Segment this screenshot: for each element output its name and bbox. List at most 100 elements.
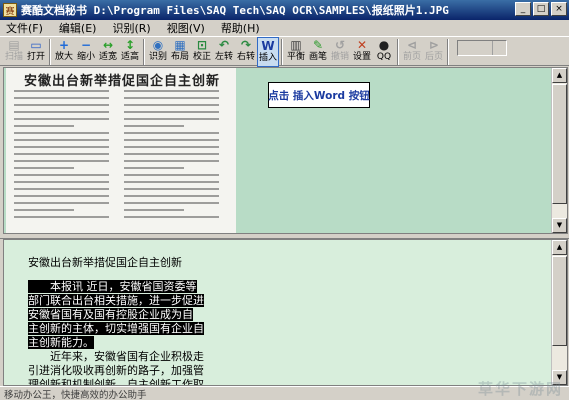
- text-vertical-scrollbar[interactable]: ▲ ▼: [551, 240, 567, 385]
- toolbar-button-rotate-right[interactable]: ↷ 右转: [235, 37, 257, 67]
- scan-text-line: [14, 153, 109, 155]
- scan-text-column-left: [14, 90, 109, 223]
- toolbar-separator: [447, 39, 449, 65]
- toolbar-label: 扫描: [4, 52, 23, 62]
- scan-text-line: [14, 202, 109, 204]
- toolbar-button-brush[interactable]: ✎ 画笔: [307, 37, 329, 67]
- app-logo-icon: 赛: [3, 3, 17, 17]
- scan-text-line: [14, 146, 109, 148]
- toolbar-button-qq[interactable]: ● QQ: [373, 37, 395, 67]
- image-vertical-scrollbar[interactable]: ▲ ▼: [551, 68, 567, 233]
- toolbar-button-fit-height[interactable]: ↕ 适高: [119, 37, 141, 67]
- toolbar-label: 适高: [120, 52, 139, 62]
- balance-icon: ▥: [290, 38, 302, 52]
- scroll-up-arrow-icon[interactable]: ▲: [552, 240, 567, 255]
- toolbar-button-rotate-left[interactable]: ↶ 左转: [213, 37, 235, 67]
- recognized-text-area[interactable]: 安徽出台新举措促国企自主创新 本报讯 近日，安徽省国资委等 部门联合出台相关措施，…: [4, 240, 552, 385]
- scan-headline: 安徽出台新举措促国企自主创新: [24, 74, 221, 89]
- toolbar-button-correct[interactable]: ⊡ 校正: [191, 37, 213, 67]
- scan-text-line: [124, 195, 219, 197]
- toolbar-button-balance[interactable]: ▥ 平衡: [285, 37, 307, 67]
- scan-text-line: [14, 97, 109, 99]
- scroll-down-arrow-icon[interactable]: ▼: [552, 218, 567, 233]
- scan-icon: ▤: [8, 38, 20, 52]
- toolbar-label: 右转: [236, 52, 255, 62]
- toolbar-button-prev-page[interactable]: ⊲ 前页: [401, 37, 423, 67]
- menu-bar: 文件(F) 编辑(E) 识别(R) 视图(V) 帮助(H): [0, 20, 569, 36]
- correct-icon: ⊡: [196, 38, 208, 52]
- rotate-left-icon: ↶: [218, 38, 230, 52]
- toolbar-label: 后页: [424, 52, 443, 62]
- toolbar-button-zoom-in[interactable]: + 放大: [53, 37, 75, 67]
- toolbar-button-zoom-out[interactable]: − 缩小: [75, 37, 97, 67]
- toolbar-separator: [49, 39, 51, 65]
- toolbar-button-recognize[interactable]: ◉ 识别: [147, 37, 169, 67]
- window-title: 赛酷文档秘书 D:\Program Files\SAQ Tech\SAQ OCR…: [21, 4, 449, 17]
- scan-text-line: [124, 174, 219, 176]
- menu-help[interactable]: 帮助(H): [221, 20, 260, 36]
- recognized-paragraph[interactable]: 本报讯 近日，安徽省国资委等 部门联合出台相关措施，进一步促进 安徽省国有及国有控股…: [28, 280, 206, 385]
- scan-text-line: [14, 181, 109, 183]
- minimize-button[interactable]: _: [515, 2, 531, 16]
- text-line: 主创新能力。: [28, 336, 206, 350]
- fit-height-icon: ↕: [124, 38, 136, 52]
- text-line: 主创新的主体，切实增强国有企业自: [28, 322, 206, 336]
- toolbar-button-scan[interactable]: ▤ 扫描: [3, 37, 25, 67]
- scan-text-line: [14, 139, 109, 141]
- close-button[interactable]: ×: [551, 2, 567, 16]
- toolbar-separator: [281, 39, 283, 65]
- selected-text: 本报讯 近日，安徽省国资委等: [28, 280, 197, 293]
- image-view-pane[interactable]: 安徽出台新举措促国企自主创新 点击 插入Word 按钮 ▲ ▼: [3, 67, 568, 234]
- layout-icon: ▦: [174, 38, 186, 52]
- insert-word-callout: 点击 插入Word 按钮: [268, 82, 370, 108]
- prev-page-icon: ⊲: [406, 38, 418, 52]
- toolbar-label: QQ: [376, 52, 392, 62]
- scan-text-line: [14, 167, 74, 169]
- toolbar-label: 放大: [54, 52, 73, 62]
- toolbar-button-layout[interactable]: ▦ 布局: [169, 37, 191, 67]
- scan-text-line: [124, 111, 219, 113]
- toolbar-button-next-page[interactable]: ⊳ 后页: [423, 37, 445, 67]
- scroll-thumb[interactable]: [552, 84, 567, 204]
- scan-text-line: [14, 188, 109, 190]
- scroll-thumb[interactable]: [552, 256, 567, 346]
- scan-text-line: [124, 104, 219, 106]
- window-controls: _ □ ×: [515, 2, 567, 16]
- rotate-right-icon: ↷: [240, 38, 252, 52]
- scan-text-line: [124, 146, 219, 148]
- text-view-pane[interactable]: 安徽出台新举措促国企自主创新 本报讯 近日，安徽省国资委等 部门联合出台相关措施，…: [3, 239, 568, 386]
- scan-text-line: [124, 132, 219, 134]
- page-select-dropdown[interactable]: [457, 40, 507, 56]
- toolbar-separator: [143, 39, 145, 65]
- scan-text-line: [124, 160, 219, 162]
- menu-file[interactable]: 文件(F): [6, 20, 43, 36]
- newspaper-scan-image: 安徽出台新举措促国企自主创新: [6, 68, 236, 233]
- menu-edit[interactable]: 编辑(E): [59, 20, 97, 36]
- title-bar: 赛 赛酷文档秘书 D:\Program Files\SAQ Tech\SAQ O…: [0, 0, 569, 20]
- status-bar: 移动办公王，快捷高效的办公助手 草华下游网: [0, 380, 569, 400]
- insert-word-icon: W: [261, 39, 275, 53]
- menu-view[interactable]: 视图(V): [167, 20, 205, 36]
- scan-text-line: [124, 167, 184, 169]
- toolbar-button-insert-word[interactable]: W 插入: [257, 37, 279, 67]
- text-line: 安徽省国有及国有控股企业成为自: [28, 308, 206, 322]
- menu-recognize[interactable]: 识别(R): [112, 20, 150, 36]
- toolbar-button-open[interactable]: ▭ 打开: [25, 37, 47, 67]
- undo-icon: ↺: [334, 38, 346, 52]
- toolbar-button-undo[interactable]: ↺ 撤销: [329, 37, 351, 67]
- scroll-up-arrow-icon[interactable]: ▲: [552, 68, 567, 83]
- toolbar-button-settings[interactable]: ✕ 设置: [351, 37, 373, 67]
- scan-text-line: [124, 97, 219, 99]
- selected-text: 主创新的主体，切实增强国有企业自: [28, 322, 204, 335]
- text-line: 本报讯 近日，安徽省国资委等: [28, 280, 206, 294]
- toolbar-label: 前页: [402, 52, 421, 62]
- toolbar-label: 平衡: [286, 52, 305, 62]
- status-text: 移动办公王，快捷高效的办公助手: [4, 389, 147, 400]
- toolbar-label: 左转: [214, 52, 233, 62]
- scan-text-line: [14, 174, 109, 176]
- scan-text-column-right: [124, 90, 219, 223]
- maximize-button[interactable]: □: [533, 2, 549, 16]
- scan-text-line: [124, 188, 219, 190]
- toolbar-button-fit-width[interactable]: ↔ 适宽: [97, 37, 119, 67]
- toolbar-label: 校正: [192, 52, 211, 62]
